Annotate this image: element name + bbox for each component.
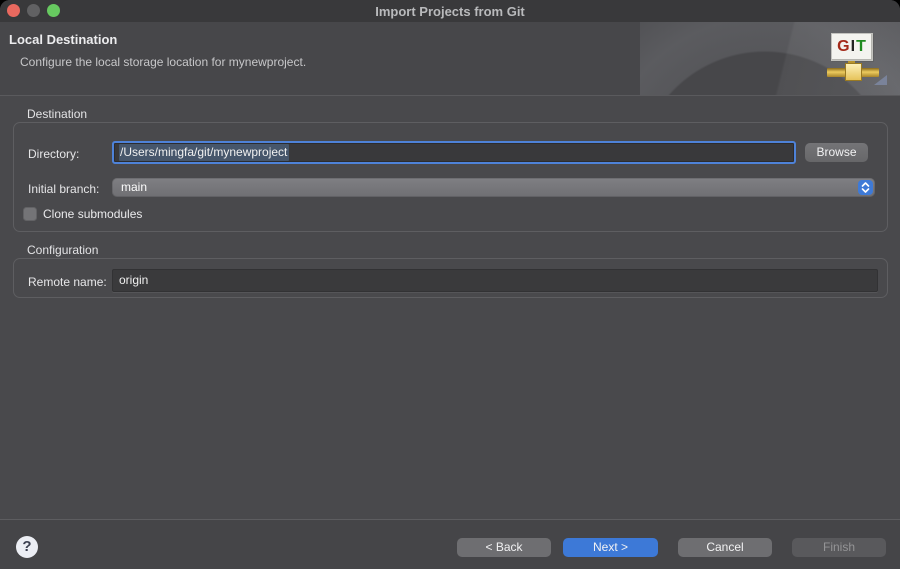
- git-icon-cube: [845, 63, 862, 81]
- initial-branch-label: Initial branch:: [28, 182, 99, 196]
- destination-group-label: Destination: [27, 107, 87, 121]
- back-button[interactable]: < Back: [457, 538, 551, 557]
- directory-input-selected-text: /Users/mingfa/git/mynewproject: [119, 144, 289, 161]
- chevron-up-down-icon: [858, 180, 873, 195]
- initial-branch-selected-value: main: [121, 178, 147, 197]
- directory-label: Directory:: [28, 147, 79, 161]
- next-button[interactable]: Next >: [563, 538, 658, 557]
- git-letter-t: T: [856, 39, 867, 55]
- git-letter-g: G: [837, 39, 850, 55]
- destination-groupbox: [13, 122, 888, 232]
- configuration-group-label: Configuration: [27, 243, 98, 257]
- initial-branch-select[interactable]: main: [112, 178, 875, 197]
- git-repository-icon: GIT: [827, 31, 883, 87]
- import-projects-from-git-dialog: Import Projects from Git Local Destinati…: [0, 0, 900, 569]
- help-button[interactable]: ?: [16, 536, 38, 558]
- wizard-header: Local Destination Configure the local st…: [0, 22, 900, 96]
- remote-name-input[interactable]: origin: [112, 269, 878, 292]
- page-title: Local Destination: [9, 32, 117, 47]
- title-bar: Import Projects from Git: [0, 0, 900, 22]
- button-bar: ? < Back Next > Cancel Finish: [0, 519, 900, 569]
- cancel-button[interactable]: Cancel: [678, 538, 772, 557]
- remote-name-value: origin: [119, 273, 148, 287]
- clone-submodules-label: Clone submodules: [43, 207, 142, 221]
- page-description: Configure the local storage location for…: [20, 55, 306, 69]
- clone-submodules-checkbox[interactable]: [23, 207, 37, 221]
- window-title: Import Projects from Git: [0, 0, 900, 22]
- directory-input[interactable]: /Users/mingfa/git/mynewproject: [112, 141, 796, 164]
- remote-name-label: Remote name:: [28, 275, 107, 289]
- finish-button[interactable]: Finish: [792, 538, 886, 557]
- git-icon-screen: GIT: [831, 33, 873, 61]
- browse-button[interactable]: Browse: [805, 143, 868, 162]
